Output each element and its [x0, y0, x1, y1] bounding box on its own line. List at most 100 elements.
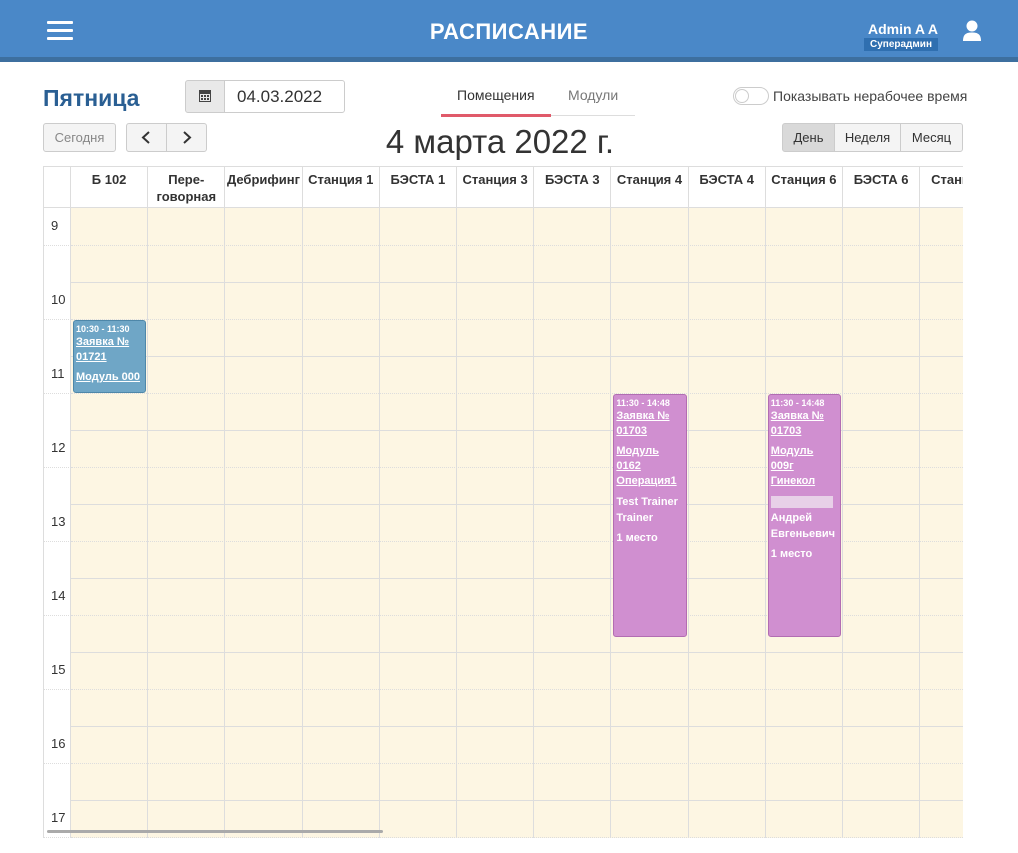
column-divider: [456, 208, 457, 838]
event-time: 11:30 - 14:48: [616, 398, 670, 408]
column-header: БЭСТА 1: [380, 167, 457, 208]
schedule-event[interactable]: 10:30 - 11:30 Заявка № 01721 Модуль 000: [73, 320, 147, 393]
view-week-button[interactable]: Неделя: [834, 123, 901, 152]
column-header: Станция 4: [611, 167, 689, 208]
column-header: БЭСТА 4: [689, 167, 766, 208]
non-working-time-toggle[interactable]: [733, 87, 769, 105]
user-name[interactable]: Admin A A: [868, 21, 938, 37]
calendar-grid: Б 102 Пере- говорная Дебрифинг Станция 1 БЭС…: [43, 166, 963, 838]
half-hour-gridline: [44, 467, 71, 468]
current-date-title: 4 марта 2022 г.: [385, 123, 615, 160]
half-hour-gridline: [71, 245, 963, 246]
time-gutter: 9 10 11 12 13 14 15 16 17: [44, 208, 71, 838]
day-name: Пятница: [43, 85, 140, 111]
hour-label: 13: [51, 514, 66, 529]
toggle-label: Показывать нерабочее время: [773, 88, 968, 104]
half-hour-gridline: [71, 689, 963, 690]
today-button[interactable]: Сегодня: [43, 123, 116, 152]
view-month-button[interactable]: Месяц: [900, 123, 963, 152]
column-header: Б 102: [71, 167, 149, 208]
event-module-link[interactable]: Модуль 0162 Операция1: [616, 444, 683, 489]
column-divider: [533, 208, 535, 838]
horizontal-scrollbar[interactable]: [47, 830, 383, 833]
column-header: Станция: [920, 167, 963, 208]
event-seats: 1 место: [770, 548, 813, 560]
column-header: Станция 6: [766, 167, 843, 208]
schedule-event[interactable]: 11:30 - 14:48 Заявка № 01703 Модуль 0162 О…: [613, 394, 687, 638]
half-hour-gridline: [44, 319, 71, 320]
redacted-text: [770, 496, 833, 508]
hour-gridline: [71, 800, 963, 801]
column-header-row: Б 102 Пере- говорная Дебрифинг Станция 1 БЭС…: [44, 167, 963, 208]
prev-button[interactable]: [126, 123, 167, 152]
hour-label: 12: [51, 440, 66, 455]
hour-label: 17: [51, 810, 66, 825]
menu-icon[interactable]: [47, 21, 73, 41]
half-hour-gridline: [44, 763, 71, 764]
hour-label: 10: [51, 292, 66, 307]
event-trainer: Test Trainer Trainer: [616, 496, 678, 524]
date-input[interactable]: [224, 80, 345, 113]
half-hour-gridline: [44, 245, 71, 246]
hour-gridline: [71, 652, 963, 653]
hour-gridline: [43, 430, 44, 431]
event-time: 11:30 - 14:48: [770, 398, 825, 408]
half-hour-gridline: [44, 689, 71, 690]
column-header: Станция 1: [303, 167, 380, 208]
column-header: Пере- говорная: [148, 167, 226, 208]
event-request-link[interactable]: Заявка № 01721: [76, 335, 143, 365]
event-time: 10:30 - 11:30: [76, 324, 130, 334]
calendar-icon[interactable]: [185, 80, 225, 113]
hour-label: 15: [51, 662, 66, 677]
event-seats: 1 место: [616, 532, 658, 544]
hour-gridline: [43, 356, 44, 357]
hour-label: 9: [51, 218, 59, 233]
hour-gridline: [43, 282, 44, 283]
hour-gridline: [71, 282, 963, 283]
half-hour-gridline: [71, 837, 963, 838]
column-divider: [301, 208, 303, 838]
tab-rooms[interactable]: Помещения: [457, 87, 535, 103]
schedule-event[interactable]: 11:30 - 14:48 Заявка № 01703 Модуль 009г Г…: [767, 394, 841, 638]
half-hour-gridline: [44, 541, 71, 542]
tab-modules[interactable]: Модули: [568, 87, 618, 103]
hour-gridline: [43, 800, 44, 801]
column-divider: [378, 208, 380, 838]
chevron-left-icon: [141, 131, 150, 144]
view-tabs: Помещения Модули: [441, 80, 635, 117]
column-divider: [919, 208, 921, 838]
column-header: Дебрифинг: [225, 167, 303, 208]
half-hour-gridline: [71, 319, 963, 320]
event-request-link[interactable]: Заявка № 01703: [771, 409, 838, 439]
column-header: БЭСТА 6: [843, 167, 921, 208]
column-divider: [764, 208, 766, 838]
user-role-badge: Суперадмин: [864, 38, 938, 51]
active-tab-indicator: [441, 114, 551, 117]
event-request-link[interactable]: Заявка № 01703: [616, 409, 683, 439]
hour-label: 14: [51, 588, 66, 603]
schedule-body[interactable]: 10:30 - 11:30 Заявка № 01721 Модуль 000 11:…: [71, 208, 963, 838]
hour-gridline: [71, 356, 963, 357]
hour-gridline: [43, 578, 44, 579]
hour-gridline: [43, 504, 44, 505]
chevron-right-icon: [183, 131, 192, 144]
half-hour-gridline: [44, 393, 71, 394]
half-hour-gridline: [44, 837, 71, 838]
corner-cell: [44, 167, 71, 208]
column-divider: [610, 208, 612, 838]
view-day-button[interactable]: День: [782, 123, 835, 152]
top-navbar: РАСПИСАНИЕ Admin A A Суперадмин: [0, 0, 1018, 62]
column-header: Станция 3: [457, 167, 535, 208]
next-button[interactable]: [166, 123, 207, 152]
hour-gridline: [43, 652, 44, 653]
column-divider: [224, 208, 226, 838]
hour-label: 11: [51, 366, 65, 381]
user-icon[interactable]: [962, 20, 982, 42]
column-divider: [842, 208, 843, 838]
hour-label: 16: [51, 736, 66, 751]
column-divider: [687, 208, 689, 838]
event-module-link[interactable]: Модуль 000: [76, 370, 143, 385]
hour-gridline: [43, 726, 44, 727]
event-module-link[interactable]: Модуль 009г Гинекол: [771, 444, 838, 489]
half-hour-gridline: [71, 763, 963, 764]
